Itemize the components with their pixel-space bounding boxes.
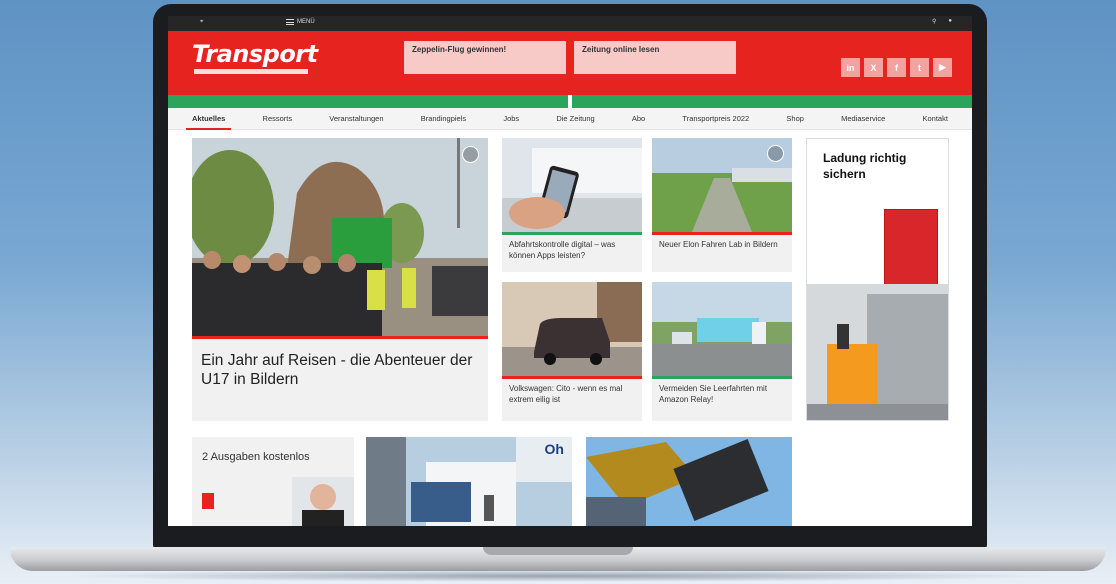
subscription-title: 2 Ausgaben kostenlos <box>202 451 310 463</box>
nav-item-veranstaltungen[interactable]: Veranstaltungen <box>329 114 383 123</box>
nav-item-aktuelles[interactable]: Aktuelles <box>185 114 232 130</box>
article-card[interactable]: Oh <box>366 437 572 526</box>
xing-icon[interactable]: X <box>864 58 883 77</box>
ad-title: Ladung richtig sichern <box>823 151 907 181</box>
article-card[interactable]: Neuer Elon Fahren Lab in Bildern <box>652 138 792 272</box>
article-title: Vermeiden Sie Leerfahrten mit Amazon Rel… <box>659 384 768 404</box>
subscription-box: 2 Ausgaben kostenlos <box>192 437 354 526</box>
article-card[interactable] <box>586 437 792 526</box>
site-header: Transport Zeppelin-Flug gewinnen! Zeitun… <box>168 31 972 95</box>
ad-image <box>807 284 948 420</box>
top-bar-actions: ⚲ ● <box>932 18 952 25</box>
subscription-image <box>292 477 354 526</box>
article-divider <box>652 376 792 379</box>
pin-icon[interactable]: ⌖ <box>200 19 203 26</box>
gallery-icon <box>767 145 784 162</box>
sidebar-ad[interactable]: Ladung richtig sichern <box>806 138 949 421</box>
nav-item-shop[interactable]: Shop <box>786 114 804 123</box>
twitter-icon[interactable]: t <box>910 58 929 77</box>
article-title: Neuer Elon Fahren Lab in Bildern <box>659 240 778 249</box>
site-logo[interactable]: Transport <box>192 40 318 68</box>
top-bar: ⌖ MENÜ ⚲ ● <box>168 16 972 31</box>
facebook-icon[interactable]: f <box>887 58 906 77</box>
promo-title: Zeitung online lesen <box>582 45 660 54</box>
hero-title: Ein Jahr auf Reisen - die Abenteuer der … <box>201 352 473 389</box>
linkedin-icon[interactable]: in <box>841 58 860 77</box>
oh-logo: Oh <box>544 441 564 457</box>
nav-item-brandingpiels[interactable]: Brandingpiels <box>421 114 466 123</box>
laptop-notch <box>483 547 633 555</box>
article-divider <box>502 232 642 235</box>
article-card[interactable]: Abfahrtskontrolle digital – was können A… <box>502 138 642 272</box>
subscribe-button[interactable] <box>202 493 214 509</box>
laptop-screen: ⌖ MENÜ ⚲ ● Transport Zeppelin-Flug gewin… <box>168 16 972 526</box>
article-image <box>586 437 792 526</box>
nav-item-die-zeitung[interactable]: Die Zeitung <box>556 114 594 123</box>
laptop-shadow <box>60 570 1056 582</box>
article-image <box>366 437 572 526</box>
news-ticker <box>168 95 972 108</box>
hamburger-icon <box>286 19 294 25</box>
nav-item-ressorts[interactable]: Ressorts <box>263 114 293 123</box>
main-nav: Aktuelles Ressorts Veranstaltungen Brand… <box>168 108 972 130</box>
youtube-icon[interactable]: ▶ <box>933 58 952 77</box>
ad-magazine-cover <box>884 209 938 285</box>
user-icon[interactable]: ● <box>948 18 952 25</box>
social-links: in X f t ▶ <box>841 58 952 77</box>
promo-zeppelin[interactable]: Zeppelin-Flug gewinnen! <box>404 41 566 74</box>
article-image <box>502 282 642 376</box>
hero-article-card[interactable]: Ein Jahr auf Reisen - die Abenteuer der … <box>192 138 488 421</box>
menu-label: MENÜ <box>297 19 315 25</box>
search-icon[interactable]: ⚲ <box>932 18 936 25</box>
article-title: Volkswagen: Cito - wenn es mal extrem ei… <box>509 384 623 404</box>
promo-epaper[interactable]: Zeitung online lesen <box>574 41 736 74</box>
hero-divider <box>192 336 488 339</box>
nav-item-mediaservice[interactable]: Mediaservice <box>841 114 885 123</box>
nav-item-kontakt[interactable]: Kontakt <box>922 114 947 123</box>
article-card[interactable]: Volkswagen: Cito - wenn es mal extrem ei… <box>502 282 642 421</box>
article-title: Abfahrtskontrolle digital – was können A… <box>509 240 616 260</box>
logo-underline <box>194 69 308 74</box>
article-card[interactable]: Vermeiden Sie Leerfahrten mit Amazon Rel… <box>652 282 792 421</box>
article-image <box>502 138 642 232</box>
nav-item-abo[interactable]: Abo <box>632 114 645 123</box>
nav-item-jobs[interactable]: Jobs <box>503 114 519 123</box>
nav-item-transportpreis[interactable]: Transportpreis 2022 <box>682 114 749 123</box>
promo-title: Zeppelin-Flug gewinnen! <box>412 45 507 54</box>
menu-button[interactable]: MENÜ <box>286 19 315 25</box>
article-image <box>652 282 792 376</box>
article-divider <box>652 232 792 235</box>
hero-image <box>192 138 488 336</box>
ticker-item[interactable] <box>168 95 568 108</box>
article-divider <box>502 376 642 379</box>
gallery-icon <box>462 146 479 163</box>
ticker-item[interactable] <box>572 95 972 108</box>
